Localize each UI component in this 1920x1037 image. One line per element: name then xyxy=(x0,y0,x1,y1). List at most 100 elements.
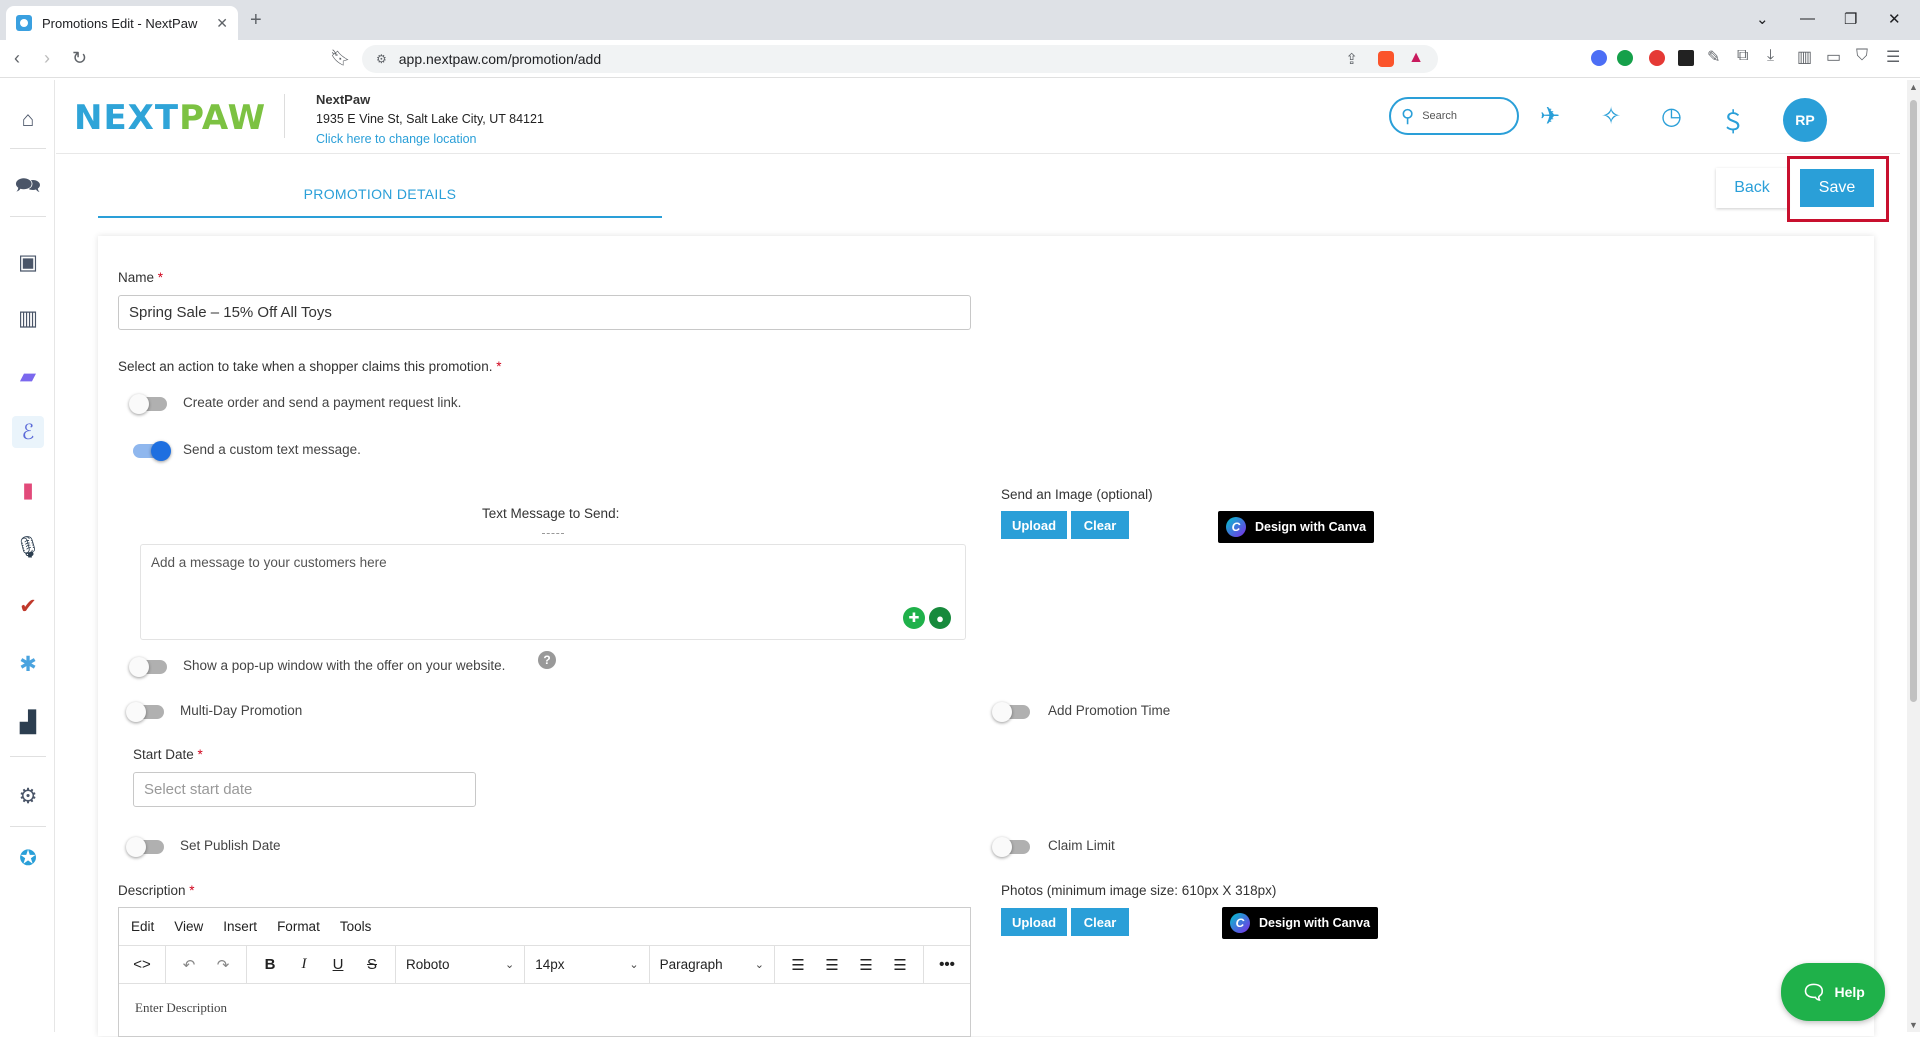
change-location-link[interactable]: Click here to change location xyxy=(316,132,477,146)
popup-help-icon[interactable]: ? xyxy=(538,651,556,669)
promotions-icon[interactable]: ℰ xyxy=(12,416,44,448)
window-close-icon[interactable]: ✕ xyxy=(1888,10,1901,28)
tab-promotion-details[interactable]: PROMOTION DETAILS xyxy=(98,174,662,218)
description-editor[interactable]: Edit View Insert Format Tools <> ↶ ↷ B I… xyxy=(118,907,971,1037)
editor-menu-view[interactable]: View xyxy=(174,919,203,934)
pos-register-icon[interactable]: ▣ xyxy=(12,246,44,278)
inventory-icon[interactable]: ▥ xyxy=(12,302,44,334)
forward-arrow-icon[interactable]: › xyxy=(44,48,50,69)
user-avatar[interactable]: RP xyxy=(1783,98,1827,142)
chevron-down-icon: ⌄ xyxy=(754,959,765,971)
underline-icon[interactable]: U xyxy=(321,956,355,973)
tab-search-chevron-icon[interactable]: ⌄ xyxy=(1756,10,1769,28)
extension-red-icon[interactable] xyxy=(1649,50,1665,66)
promotion-time-toggle[interactable] xyxy=(992,702,1030,722)
create-order-toggle[interactable] xyxy=(129,394,167,414)
claim-limit-label: Claim Limit xyxy=(1048,838,1115,853)
award-badge-icon[interactable]: ✪ xyxy=(12,842,44,874)
clock-history-icon[interactable]: ◷ xyxy=(1661,102,1682,131)
brave-rewards-icon[interactable]: ▲ xyxy=(1408,49,1424,67)
close-tab-icon[interactable]: ✕ xyxy=(216,15,228,32)
help-button[interactable]: 🗨︎ Help xyxy=(1781,963,1885,1021)
ai-assist-bulb-icon[interactable]: ✚ xyxy=(903,607,925,629)
browser-menu-icon[interactable]: ☰ xyxy=(1886,47,1900,67)
photos-upload-button[interactable]: Upload xyxy=(1001,908,1067,936)
chevron-down-icon: ⌄ xyxy=(504,959,515,971)
page-scrollbar[interactable]: ▲ ▼ xyxy=(1907,80,1920,1032)
reload-icon[interactable]: ↻ xyxy=(72,48,87,69)
grammarly-extension-icon[interactable] xyxy=(1617,50,1633,66)
address-bar[interactable]: ⚙ app.nextpaw.com/promotion/add ⇪ ▲ xyxy=(362,45,1438,73)
loyalty-gift-icon[interactable]: ✱ xyxy=(12,648,44,680)
billing-dollar-icon[interactable]: ＄ xyxy=(1721,102,1745,137)
custom-text-toggle[interactable] xyxy=(133,441,171,461)
reviews-icon[interactable]: ✔ xyxy=(12,590,44,622)
browser-tab-active[interactable]: Promotions Edit - NextPaw ✕ xyxy=(6,6,238,40)
claim-limit-toggle[interactable] xyxy=(992,837,1030,857)
vpn-shield-icon[interactable]: ⛉ xyxy=(1856,47,1868,65)
publish-date-toggle[interactable] xyxy=(126,837,164,857)
align-center-icon[interactable]: ☰ xyxy=(815,956,849,974)
nextpaw-logo[interactable]: NEXTPAW xyxy=(74,98,266,138)
restore-icon[interactable]: ❐ xyxy=(1844,10,1857,28)
header-search-input[interactable]: ⚲ Search xyxy=(1389,97,1519,135)
save-button[interactable]: Save xyxy=(1800,169,1874,207)
settings-store-icon[interactable]: ⚙ xyxy=(12,780,44,812)
popup-window-toggle[interactable] xyxy=(129,657,167,677)
promotion-name-input[interactable]: Spring Sale – 15% Off All Toys xyxy=(118,295,971,330)
align-left-icon[interactable]: ☰ xyxy=(781,956,815,974)
grammarly-bubble-icon[interactable]: ● xyxy=(929,607,951,629)
image-clear-button[interactable]: Clear xyxy=(1071,511,1129,539)
editor-menu-insert[interactable]: Insert xyxy=(223,919,257,934)
coupons-icon[interactable]: ▰ xyxy=(12,360,44,392)
minimize-icon[interactable]: — xyxy=(1800,10,1815,27)
home-icon[interactable]: ⌂ xyxy=(12,104,44,136)
font-family-select[interactable]: Roboto ⌄ xyxy=(396,946,526,983)
site-info-icon[interactable]: ⚙ xyxy=(376,52,387,66)
text-message-textarea[interactable]: Add a message to your customers here ✚ ● xyxy=(140,544,966,640)
eyedropper-icon[interactable]: ✎ xyxy=(1707,47,1720,67)
back-button[interactable]: Back xyxy=(1716,168,1788,208)
sidebar-toggle-icon[interactable]: ▥ xyxy=(1797,47,1812,67)
strikethrough-icon[interactable]: S xyxy=(355,956,389,973)
start-date-input[interactable]: Select start date xyxy=(133,772,476,807)
scroll-down-icon[interactable]: ▼ xyxy=(1909,1020,1918,1030)
align-right-icon[interactable]: ☰ xyxy=(849,956,883,974)
scrollbar-thumb[interactable] xyxy=(1910,100,1917,702)
gift-cards-icon[interactable]: ▮ xyxy=(12,474,44,506)
business-address: 1935 E Vine St, Salt Lake City, UT 84121 xyxy=(316,112,544,126)
back-arrow-icon[interactable]: ‹ xyxy=(14,48,20,69)
bold-icon[interactable]: B xyxy=(253,956,287,973)
image-upload-button[interactable]: Upload xyxy=(1001,511,1067,539)
reports-chart-icon[interactable]: ▟ xyxy=(12,706,44,738)
more-options-icon[interactable]: ••• xyxy=(930,956,964,973)
brave-shields-icon[interactable] xyxy=(1378,51,1394,67)
extension-puzzle-blue-icon[interactable] xyxy=(1591,50,1607,66)
redo-icon[interactable]: ↷ xyxy=(206,956,240,974)
scroll-up-icon[interactable]: ▲ xyxy=(1909,82,1918,92)
source-code-icon[interactable]: <> xyxy=(125,956,159,973)
photos-design-with-canva-button[interactable]: C Design with Canva xyxy=(1222,907,1378,939)
conversations-icon[interactable]: 🗪︎ xyxy=(12,172,44,204)
align-justify-icon[interactable]: ☰ xyxy=(883,956,917,974)
extensions-puzzle-icon[interactable]: ⧉ xyxy=(1737,47,1748,65)
bookmark-icon[interactable]: 🔖︎ xyxy=(330,48,350,68)
multi-day-toggle[interactable] xyxy=(126,702,164,722)
editor-menu-edit[interactable]: Edit xyxy=(131,919,154,934)
image-design-with-canva-button[interactable]: C Design with Canva xyxy=(1218,511,1374,543)
feedback-stars-icon[interactable]: ✧ xyxy=(1601,102,1621,131)
extension-s-icon[interactable] xyxy=(1678,50,1694,66)
undo-icon[interactable]: ↶ xyxy=(172,956,206,974)
italic-icon[interactable]: I xyxy=(287,956,321,973)
editor-menu-format[interactable]: Format xyxy=(277,919,320,934)
microphone-icon[interactable]: 🎙︎ xyxy=(12,532,44,564)
editor-menu-tools[interactable]: Tools xyxy=(340,919,372,934)
new-tab-icon[interactable]: + xyxy=(250,9,262,32)
send-paper-plane-icon[interactable]: ✈ xyxy=(1540,102,1560,131)
share-icon[interactable]: ⇪ xyxy=(1345,50,1358,68)
photos-clear-button[interactable]: Clear xyxy=(1071,908,1129,936)
block-format-select[interactable]: Paragraph ⌄ xyxy=(650,946,776,983)
download-icon[interactable]: ⤓ xyxy=(1767,47,1774,65)
font-size-select[interactable]: 14px ⌄ xyxy=(525,946,650,983)
wallet-icon[interactable]: ▭ xyxy=(1826,47,1841,67)
